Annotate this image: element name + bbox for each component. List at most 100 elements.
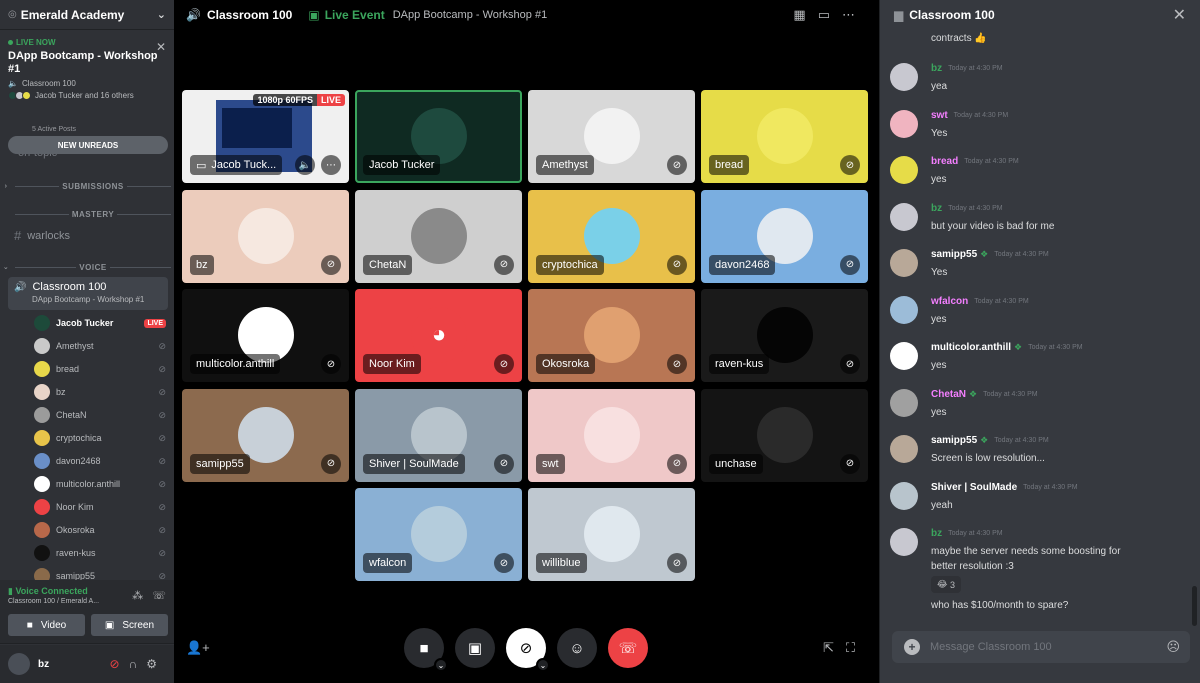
- chat-message[interactable]: samipp55 ❖ Today at 4:30 PM Screen is low r…: [890, 435, 1190, 479]
- chat-message[interactable]: bread Today at 4:30 PM yes: [890, 156, 1190, 200]
- live-event-card[interactable]: LIVE NOW DApp Bootcamp - Workshop #1 🔈 Cl…: [8, 38, 168, 100]
- more-icon[interactable]: ⋯: [842, 7, 867, 22]
- stream-tile[interactable]: 1080p 60FPS LIVE ▭ Jacob Tuck... 🔈 ⋯: [182, 90, 349, 183]
- voice-user[interactable]: raven-kus ⊘: [34, 544, 166, 562]
- message-author[interactable]: ChetaN: [931, 389, 966, 400]
- participant-tile[interactable]: Okosroka ⊘: [528, 289, 695, 382]
- add-user-icon[interactable]: 👤+: [186, 640, 210, 656]
- voice-channel-classroom[interactable]: 🔊 Classroom 100 DApp Bootcamp - Workshop …: [8, 277, 168, 310]
- participant-tile[interactable]: raven-kus ⊘: [701, 289, 868, 382]
- chevron-down-icon[interactable]: ⌄: [434, 658, 448, 672]
- avatar[interactable]: [890, 482, 918, 510]
- share-screen-button[interactable]: ▣: [455, 628, 495, 668]
- avatar[interactable]: [890, 63, 918, 91]
- message-input[interactable]: [930, 641, 1150, 653]
- chat-message[interactable]: swt Today at 4:30 PM Yes: [890, 110, 1190, 154]
- close-icon[interactable]: ✕: [156, 40, 166, 54]
- live-event-label[interactable]: Live Event: [325, 8, 385, 22]
- chat-message[interactable]: bz Today at 4:30 PM but your video is bad …: [890, 203, 1190, 247]
- category-voice[interactable]: ⌄ VOICE: [0, 261, 174, 273]
- emoji-icon[interactable]: ☹: [1166, 639, 1180, 655]
- server-header[interactable]: ◎ Emerald Academy ⌄: [0, 0, 174, 30]
- headphones-icon[interactable]: ∩: [129, 657, 147, 671]
- participant-tile[interactable]: Amethyst ⊘: [528, 90, 695, 183]
- chat-message[interactable]: multicolor.anthill ❖ Today at 4:30 PM yes: [890, 342, 1190, 386]
- mute-button[interactable]: ⊘ ⌄: [506, 628, 550, 672]
- voice-user[interactable]: cryptochica ⊘: [34, 429, 166, 447]
- grid-layout-icon[interactable]: ▦: [793, 7, 817, 22]
- avatar[interactable]: [890, 203, 918, 231]
- message-author[interactable]: bz: [931, 203, 942, 214]
- participant-tile[interactable]: davon2468 ⊘: [701, 189, 868, 283]
- channel-warlocks[interactable]: # warlocks: [14, 228, 70, 243]
- new-unreads-button[interactable]: NEW UNREADS: [8, 136, 168, 154]
- participant-tile[interactable]: Jacob Tucker: [355, 90, 522, 183]
- participant-tile[interactable]: swt ⊘: [528, 388, 695, 482]
- voice-user[interactable]: Amethyst ⊘: [34, 337, 166, 355]
- gear-icon[interactable]: ⚙: [146, 657, 166, 671]
- message-author[interactable]: bz: [931, 528, 942, 539]
- participant-tile[interactable]: unchase ⊘: [701, 388, 868, 482]
- participant-tile[interactable]: williblue ⊘: [528, 488, 695, 581]
- voice-user[interactable]: bread ⊘: [34, 360, 166, 378]
- avatar[interactable]: [890, 342, 918, 370]
- chat-message[interactable]: wfalcon Today at 4:30 PM yes: [890, 296, 1190, 340]
- category-mastery[interactable]: MASTERY: [0, 208, 174, 220]
- camera-button[interactable]: ■ ⌄: [404, 628, 448, 672]
- user-avatar[interactable]: [8, 653, 30, 675]
- chevron-down-icon[interactable]: ⌄: [157, 8, 166, 21]
- chevron-down-icon[interactable]: ⌄: [536, 658, 550, 672]
- reaction-button[interactable]: 😂 3: [931, 576, 961, 593]
- video-button[interactable]: ■ Video: [8, 614, 85, 636]
- avatar[interactable]: [890, 156, 918, 184]
- voice-user[interactable]: Okosroka ⊘: [34, 521, 166, 539]
- more-icon[interactable]: ⋯: [321, 155, 341, 175]
- message-author[interactable]: samipp55: [931, 249, 977, 260]
- voice-user[interactable]: multicolor.anthill ⊘: [34, 475, 166, 493]
- participant-tile[interactable]: ChetaN ⊘: [355, 189, 522, 283]
- voice-user[interactable]: ChetaN ⊘: [34, 406, 166, 424]
- voice-user[interactable]: bz ⊘: [34, 383, 166, 401]
- message-author[interactable]: Shiver | SoulMade: [931, 482, 1017, 493]
- message-author[interactable]: swt: [931, 110, 948, 121]
- activity-button[interactable]: ☺: [557, 628, 597, 668]
- fullscreen-icon[interactable]: ⛶: [846, 640, 867, 655]
- noise-suppression-icon[interactable]: ⁂: [132, 590, 143, 602]
- participant-tile[interactable]: Shiver | SoulMade ⊘: [355, 388, 522, 482]
- voice-user[interactable]: Jacob Tucker LIVE: [34, 314, 166, 332]
- close-icon[interactable]: ✕: [1173, 5, 1186, 25]
- message-author[interactable]: bread: [931, 156, 958, 167]
- plus-icon[interactable]: +: [904, 639, 920, 655]
- chat-message[interactable]: samipp55 ❖ Today at 4:30 PM Yes: [890, 249, 1190, 293]
- message-author[interactable]: wfalcon: [931, 296, 968, 307]
- participant-tile[interactable]: multicolor.anthill ⊘: [182, 289, 349, 382]
- avatar[interactable]: [890, 249, 918, 277]
- participant-tile[interactable]: ◕ Noor Kim ⊘: [355, 289, 522, 382]
- scrollbar[interactable]: [1192, 586, 1197, 626]
- avatar[interactable]: [890, 528, 918, 556]
- avatar[interactable]: [890, 110, 918, 138]
- popout-icon[interactable]: ⇱: [823, 640, 846, 655]
- inbox-icon[interactable]: ▭: [818, 7, 842, 22]
- screen-share-button[interactable]: ▣ Screen: [91, 614, 168, 636]
- participant-tile[interactable]: samipp55 ⊘: [182, 388, 349, 482]
- disconnect-icon[interactable]: ☏: [152, 590, 166, 602]
- mute-mic-icon[interactable]: ⊘: [110, 657, 129, 671]
- participant-tile[interactable]: bz ⊘: [182, 189, 349, 283]
- voice-user[interactable]: davon2468 ⊘: [34, 452, 166, 470]
- participant-tile[interactable]: bread ⊘: [701, 90, 868, 183]
- category-submissions[interactable]: › SUBMISSIONS: [0, 180, 174, 192]
- chat-message[interactable]: bz Today at 4:30 PM maybe the server needs…: [890, 528, 1190, 572]
- voice-user[interactable]: Noor Kim ⊘: [34, 498, 166, 516]
- avatar[interactable]: [890, 296, 918, 324]
- avatar[interactable]: [890, 389, 918, 417]
- volume-icon[interactable]: 🔈: [295, 155, 315, 175]
- message-author[interactable]: bz: [931, 63, 942, 74]
- chat-message[interactable]: Shiver | SoulMade Today at 4:30 PM yeah: [890, 482, 1190, 526]
- participant-tile[interactable]: wfalcon ⊘: [355, 488, 522, 581]
- chat-message[interactable]: ChetaN ❖ Today at 4:30 PM yes: [890, 389, 1190, 433]
- avatar[interactable]: [890, 435, 918, 463]
- message-author[interactable]: multicolor.anthill: [931, 342, 1011, 353]
- message-author[interactable]: samipp55: [931, 435, 977, 446]
- participant-tile[interactable]: cryptochica ⊘: [528, 189, 695, 283]
